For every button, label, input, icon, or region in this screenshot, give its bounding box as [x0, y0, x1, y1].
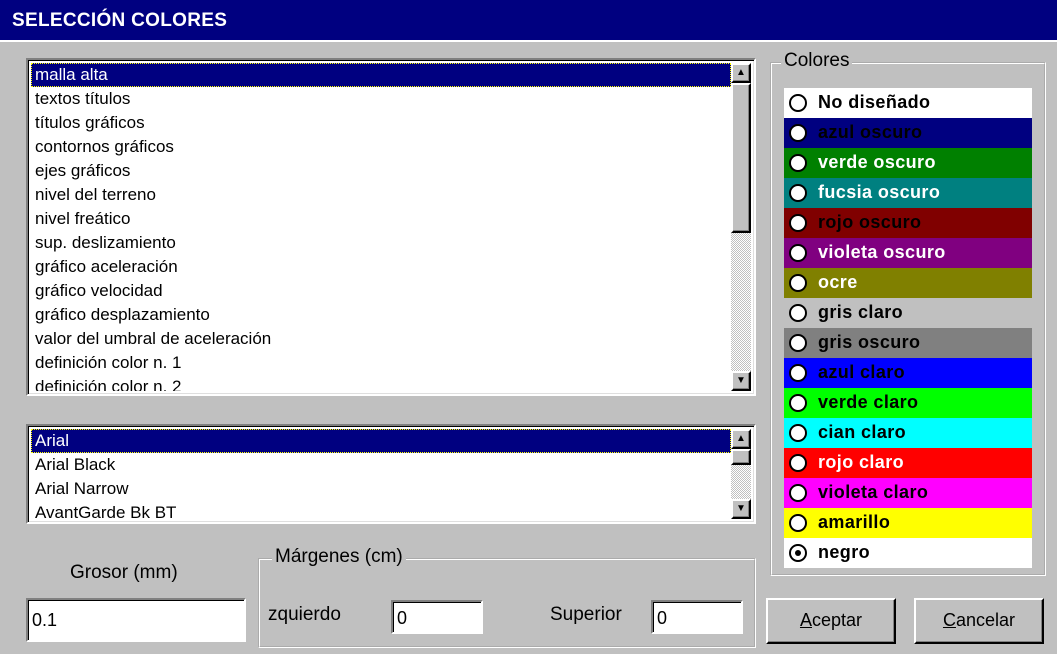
- cancel-button[interactable]: Cancelar: [914, 598, 1044, 644]
- color-option[interactable]: fucsia oscuro: [784, 178, 1032, 208]
- color-option[interactable]: azul oscuro: [784, 118, 1032, 148]
- elements-list-item[interactable]: gráfico velocidad: [31, 279, 731, 303]
- scroll-down-arrow-icon[interactable]: ▼: [731, 499, 751, 519]
- title-bar: SELECCIÓN COLORES: [0, 0, 1057, 42]
- elements-list-item[interactable]: gráfico desplazamiento: [31, 303, 731, 327]
- elements-list-item[interactable]: gráfico aceleración: [31, 255, 731, 279]
- elements-list-item[interactable]: valor del umbral de aceleración: [31, 327, 731, 351]
- font-list-item[interactable]: Arial Black: [31, 453, 731, 477]
- accept-button[interactable]: Aceptar: [766, 598, 896, 644]
- color-option[interactable]: rojo claro: [784, 448, 1032, 478]
- radio-button-icon[interactable]: [789, 154, 807, 172]
- radio-button-icon[interactable]: [789, 394, 807, 412]
- accept-accelerator: A: [799, 610, 812, 630]
- radio-button-icon[interactable]: [789, 544, 807, 562]
- window-title: SELECCIÓN COLORES: [12, 10, 228, 31]
- color-options-list: No diseñado azul oscuro verde oscuro fucsia…: [784, 88, 1032, 568]
- radio-button-icon[interactable]: [789, 274, 807, 292]
- color-option-label: gris claro: [818, 302, 904, 322]
- color-option[interactable]: verde oscuro: [784, 148, 1032, 178]
- font-list-item[interactable]: Arial Narrow: [31, 477, 731, 501]
- scroll-down-arrow-icon[interactable]: ▼: [731, 371, 751, 391]
- color-option-label: ocre: [818, 272, 858, 292]
- elements-list-item[interactable]: títulos gráficos: [31, 111, 731, 135]
- elements-list-item[interactable]: definición color n. 1: [31, 351, 731, 375]
- font-list-item[interactable]: AvantGarde Bk BT: [31, 501, 731, 519]
- margin-top-input[interactable]: 0: [651, 600, 743, 634]
- color-option[interactable]: gris oscuro: [784, 328, 1032, 358]
- margins-group-legend: Márgenes (cm): [272, 546, 406, 568]
- color-option[interactable]: violeta oscuro: [784, 238, 1032, 268]
- fonts-list-items: Arial Arial Black Arial Narrow AvantGarde B…: [31, 429, 731, 519]
- elements-list-item[interactable]: malla alta: [31, 63, 731, 87]
- radio-button-icon[interactable]: [789, 424, 807, 442]
- fonts-listbox[interactable]: Arial Arial Black Arial Narrow AvantGarde B…: [26, 424, 756, 524]
- color-option-label: rojo claro: [818, 452, 905, 472]
- radio-button-icon[interactable]: [789, 214, 807, 232]
- fonts-scrollbar[interactable]: ▲ ▼: [731, 429, 751, 519]
- color-option[interactable]: verde claro: [784, 388, 1032, 418]
- color-option[interactable]: violeta claro: [784, 478, 1032, 508]
- accept-label: ceptar: [811, 610, 863, 630]
- cancel-label: ancelar: [955, 610, 1016, 630]
- margin-left-label: zquierdo: [268, 604, 341, 625]
- color-option-label: negro: [818, 542, 871, 562]
- thickness-input[interactable]: 0.1: [26, 598, 246, 642]
- elements-scrollbar[interactable]: ▲ ▼: [731, 63, 751, 391]
- radio-button-icon[interactable]: [789, 484, 807, 502]
- color-option-label: violeta claro: [818, 482, 929, 502]
- color-option[interactable]: amarillo: [784, 508, 1032, 538]
- radio-button-icon[interactable]: [789, 124, 807, 142]
- radio-button-icon[interactable]: [789, 304, 807, 322]
- color-option-label: gris oscuro: [818, 332, 921, 352]
- radio-button-icon[interactable]: [789, 364, 807, 382]
- cancel-accelerator: C: [942, 610, 956, 630]
- color-option[interactable]: cian claro: [784, 418, 1032, 448]
- elements-list-items: malla alta textos títulos títulos gráficos…: [31, 63, 731, 391]
- color-option[interactable]: negro: [784, 538, 1032, 568]
- elements-list-item[interactable]: definición color n. 2: [31, 375, 731, 391]
- radio-button-icon[interactable]: [789, 244, 807, 262]
- color-option-label: fucsia oscuro: [818, 182, 941, 202]
- color-option-label: azul claro: [818, 362, 906, 382]
- color-option-label: No diseñado: [818, 92, 931, 112]
- scroll-up-arrow-icon[interactable]: ▲: [731, 429, 751, 449]
- radio-button-icon[interactable]: [789, 514, 807, 532]
- color-option[interactable]: gris claro: [784, 298, 1032, 328]
- elements-list-item[interactable]: nivel freático: [31, 207, 731, 231]
- elements-list-item[interactable]: sup. deslizamiento: [31, 231, 731, 255]
- color-option-label: rojo oscuro: [818, 212, 922, 232]
- color-option-label: azul oscuro: [818, 122, 923, 142]
- margin-top-label: Superior: [550, 604, 622, 625]
- color-option[interactable]: No diseñado: [784, 88, 1032, 118]
- color-option-label: verde claro: [818, 392, 919, 412]
- radio-button-icon[interactable]: [789, 454, 807, 472]
- scrollbar-thumb[interactable]: [731, 449, 751, 465]
- colors-group-legend: Colores: [781, 50, 853, 72]
- color-option[interactable]: rojo oscuro: [784, 208, 1032, 238]
- elements-list-item[interactable]: textos títulos: [31, 87, 731, 111]
- scrollbar-thumb[interactable]: [731, 83, 751, 233]
- color-option-label: cian claro: [818, 422, 907, 442]
- radio-button-icon[interactable]: [789, 334, 807, 352]
- elements-list-item[interactable]: contornos gráficos: [31, 135, 731, 159]
- color-option-label: verde oscuro: [818, 152, 936, 172]
- elements-list-item[interactable]: ejes gráficos: [31, 159, 731, 183]
- elements-list-item[interactable]: nivel del terreno: [31, 183, 731, 207]
- color-option[interactable]: azul claro: [784, 358, 1032, 388]
- color-option-label: violeta oscuro: [818, 242, 946, 262]
- scroll-up-arrow-icon[interactable]: ▲: [731, 63, 751, 83]
- radio-button-icon[interactable]: [789, 94, 807, 112]
- margin-left-input[interactable]: 0: [391, 600, 483, 634]
- thickness-label: Grosor (mm): [70, 562, 178, 583]
- color-option-label: amarillo: [818, 512, 891, 532]
- color-option[interactable]: ocre: [784, 268, 1032, 298]
- font-list-item[interactable]: Arial: [31, 429, 731, 453]
- elements-listbox[interactable]: malla alta textos títulos títulos gráficos…: [26, 58, 756, 396]
- radio-button-icon[interactable]: [789, 184, 807, 202]
